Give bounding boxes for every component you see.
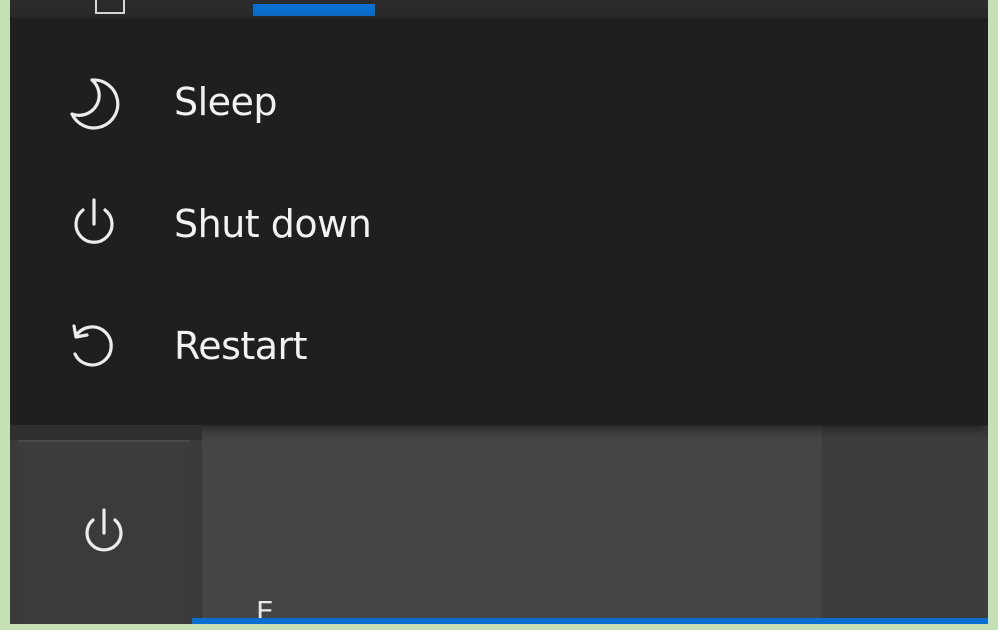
rail-divider [10, 425, 202, 440]
start-menu-window: Sleep Shut down Restart E [10, 0, 988, 624]
accent-indicator [253, 4, 375, 16]
menu-item-sleep[interactable]: Sleep [10, 42, 988, 162]
menu-item-restart[interactable]: Restart [10, 286, 988, 406]
partial-item-icon [95, 0, 125, 14]
restart-icon [62, 314, 126, 378]
menu-item-shut-down[interactable]: Shut down [10, 164, 988, 284]
power-options-flyout: Sleep Shut down Restart [10, 18, 988, 425]
top-strip [10, 0, 988, 18]
menu-item-label: Shut down [174, 202, 372, 246]
menu-item-label: Sleep [174, 80, 278, 124]
sleep-moon-icon [62, 70, 126, 134]
power-icon [72, 500, 136, 568]
menu-item-label: Restart [174, 324, 308, 368]
power-icon [62, 192, 126, 256]
power-button[interactable] [18, 440, 190, 624]
tile-area [202, 400, 822, 624]
start-menu-right-area [822, 420, 988, 624]
taskbar-accent-bar [192, 618, 988, 624]
